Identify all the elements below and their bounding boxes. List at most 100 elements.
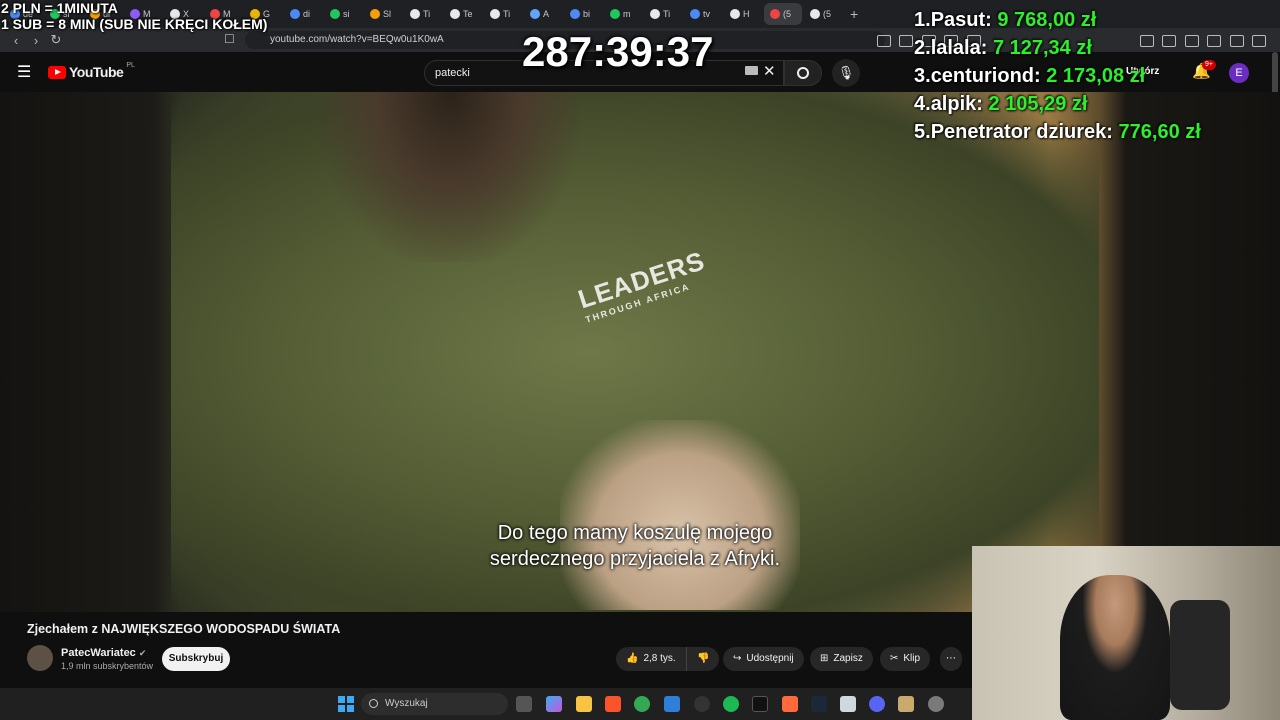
chrome-icon[interactable] — [634, 696, 650, 712]
browser-tab[interactable]: tv — [684, 3, 722, 25]
leaderboard-name: centuriond: — [930, 65, 1041, 87]
windows-start-icon[interactable] — [338, 696, 354, 712]
donation-rule-1: 2 PLN = 1MINUTA — [1, 0, 118, 16]
youtube-play-icon — [48, 65, 66, 79]
search-button[interactable] — [784, 60, 822, 86]
leaderboard-rank: 5. — [914, 121, 931, 143]
tab-label: A — [543, 9, 550, 19]
taskbar-search[interactable]: Wyszukaj — [361, 693, 508, 715]
notification-badge: 9+ — [1202, 60, 1216, 70]
leaderboard-rank: 1. — [914, 9, 931, 31]
channel-name[interactable]: PatecWariatec ✔ — [61, 647, 146, 659]
subscribe-button[interactable]: Subskrybuj — [162, 647, 230, 671]
reload-icon[interactable]: ↻ — [46, 32, 66, 48]
leaderboard-rank: 3. — [914, 65, 931, 87]
tab-favicon-icon — [570, 9, 580, 19]
task-view-icon[interactable] — [516, 696, 532, 712]
notepad-icon[interactable] — [840, 696, 856, 712]
channel-avatar[interactable] — [27, 645, 53, 671]
keyboard-icon[interactable] — [745, 66, 758, 75]
leaderboard-name: Penetrator dziurek: — [930, 121, 1113, 143]
account-avatar[interactable]: E — [1229, 63, 1249, 83]
tab-label: si — [343, 9, 350, 19]
channel-name-text: PatecWariatec — [61, 647, 136, 659]
forward-icon[interactable]: › — [26, 33, 46, 48]
vpn-icon[interactable] — [1252, 35, 1267, 47]
spotify-icon[interactable] — [723, 696, 739, 712]
browser-tab[interactable]: si — [324, 3, 362, 25]
tab-favicon-icon — [770, 9, 780, 19]
video-frame-hand — [560, 420, 800, 610]
tab-favicon-icon — [370, 9, 380, 19]
media-app-icon[interactable] — [752, 696, 768, 712]
leaderboard-name: lalala: — [930, 37, 988, 59]
tab-label: Ti — [503, 9, 511, 19]
more-actions-button[interactable]: ⋯ — [940, 647, 962, 671]
leaderboard-row: 1.Pasut: 9 768,00 zł — [914, 6, 1201, 34]
tab-label: H — [743, 9, 750, 19]
bookmark-icon[interactable]: ☐ — [224, 32, 235, 46]
discord-icon[interactable] — [869, 696, 885, 712]
leaderboard-rank: 4. — [914, 93, 931, 115]
browser-tab[interactable]: bi — [564, 3, 602, 25]
youtube-logo[interactable]: YouTube PL — [48, 62, 135, 80]
leaderboard-amount: 9 768,00 zł — [997, 9, 1097, 31]
browser-tab[interactable]: di — [284, 3, 322, 25]
copilot-icon[interactable] — [546, 696, 562, 712]
account-initial: E — [1235, 67, 1243, 79]
new-tab-button[interactable]: + — [850, 6, 858, 22]
browser-tab[interactable]: Te — [444, 3, 482, 25]
file-explorer-icon[interactable] — [576, 696, 592, 712]
leaderboard-amount: 2 105,29 zł — [988, 93, 1088, 115]
tab-label: m — [623, 9, 631, 19]
share-icon[interactable] — [899, 35, 914, 47]
subathon-timer: 287:39:37 — [522, 28, 714, 75]
donation-rules-overlay: 2 PLN = 1MINUTA 1 SUB = 8 MIN (SUB NIE K… — [1, 0, 267, 32]
video-subtitles: Do tego mamy koszulę mojego serdecznego … — [380, 520, 890, 572]
app-icon[interactable] — [664, 696, 680, 712]
game-icon[interactable] — [898, 696, 914, 712]
tab-label: (5 — [783, 9, 792, 19]
hamburger-menu-icon[interactable]: ☰ — [17, 62, 31, 82]
tab-favicon-icon — [410, 9, 420, 19]
browser-tab[interactable]: (5 — [764, 3, 802, 25]
share-button[interactable]: ↪ Udostępnij — [723, 647, 804, 671]
browser-tab[interactable]: Sl — [364, 3, 402, 25]
save-button[interactable]: ⊞ Zapisz — [810, 647, 873, 671]
shield-icon[interactable] — [1229, 35, 1244, 47]
like-button[interactable]: 👍 2,8 tys. — [616, 647, 686, 671]
leaderboard-amount: 776,60 zł — [1118, 121, 1201, 143]
voice-search-button[interactable]: 🎙 — [832, 59, 860, 87]
video-title: Zjechałem z NAJWIĘKSZEGO WODOSPADU ŚWIAT… — [27, 622, 341, 636]
browser-tab[interactable]: Ti — [404, 3, 442, 25]
share-label: Udostępnij — [746, 653, 794, 664]
dislike-button[interactable]: 👎 — [686, 647, 720, 671]
search-icon — [369, 699, 378, 708]
scissors-icon: ✂ — [890, 653, 899, 664]
tab-favicon-icon — [490, 9, 500, 19]
save-icon: ⊞ — [820, 653, 829, 664]
share-arrow-icon: ↪ — [733, 653, 742, 664]
sparkle-icon[interactable] — [1207, 35, 1222, 47]
back-icon[interactable]: ‹ — [6, 33, 26, 48]
settings-icon[interactable] — [928, 696, 944, 712]
tab-label: Sl — [383, 9, 392, 19]
clip-button[interactable]: ✂ Klip — [880, 647, 931, 671]
verified-icon: ✔ — [138, 648, 147, 658]
video-frame-neck — [320, 92, 580, 262]
leaderboard-row: 5.Penetrator dziurek: 776,60 zł — [914, 118, 1201, 146]
obs-icon[interactable] — [694, 696, 710, 712]
clear-search-icon[interactable]: ✕ — [763, 62, 776, 80]
browser-tab[interactable]: H — [724, 3, 762, 25]
steam-icon[interactable] — [811, 696, 827, 712]
browser-app-icon[interactable] — [782, 696, 798, 712]
cast-icon[interactable] — [877, 35, 891, 47]
browser-tab[interactable]: (5 — [804, 3, 842, 25]
browser-tab[interactable]: Ti — [484, 3, 522, 25]
leaderboard-amount: 7 127,34 zł — [992, 37, 1092, 59]
browser-tab[interactable]: A — [524, 3, 562, 25]
browser-tab[interactable]: m — [604, 3, 642, 25]
brave-icon[interactable] — [605, 696, 621, 712]
tab-label: Te — [463, 9, 473, 19]
browser-tab[interactable]: Ti — [644, 3, 682, 25]
